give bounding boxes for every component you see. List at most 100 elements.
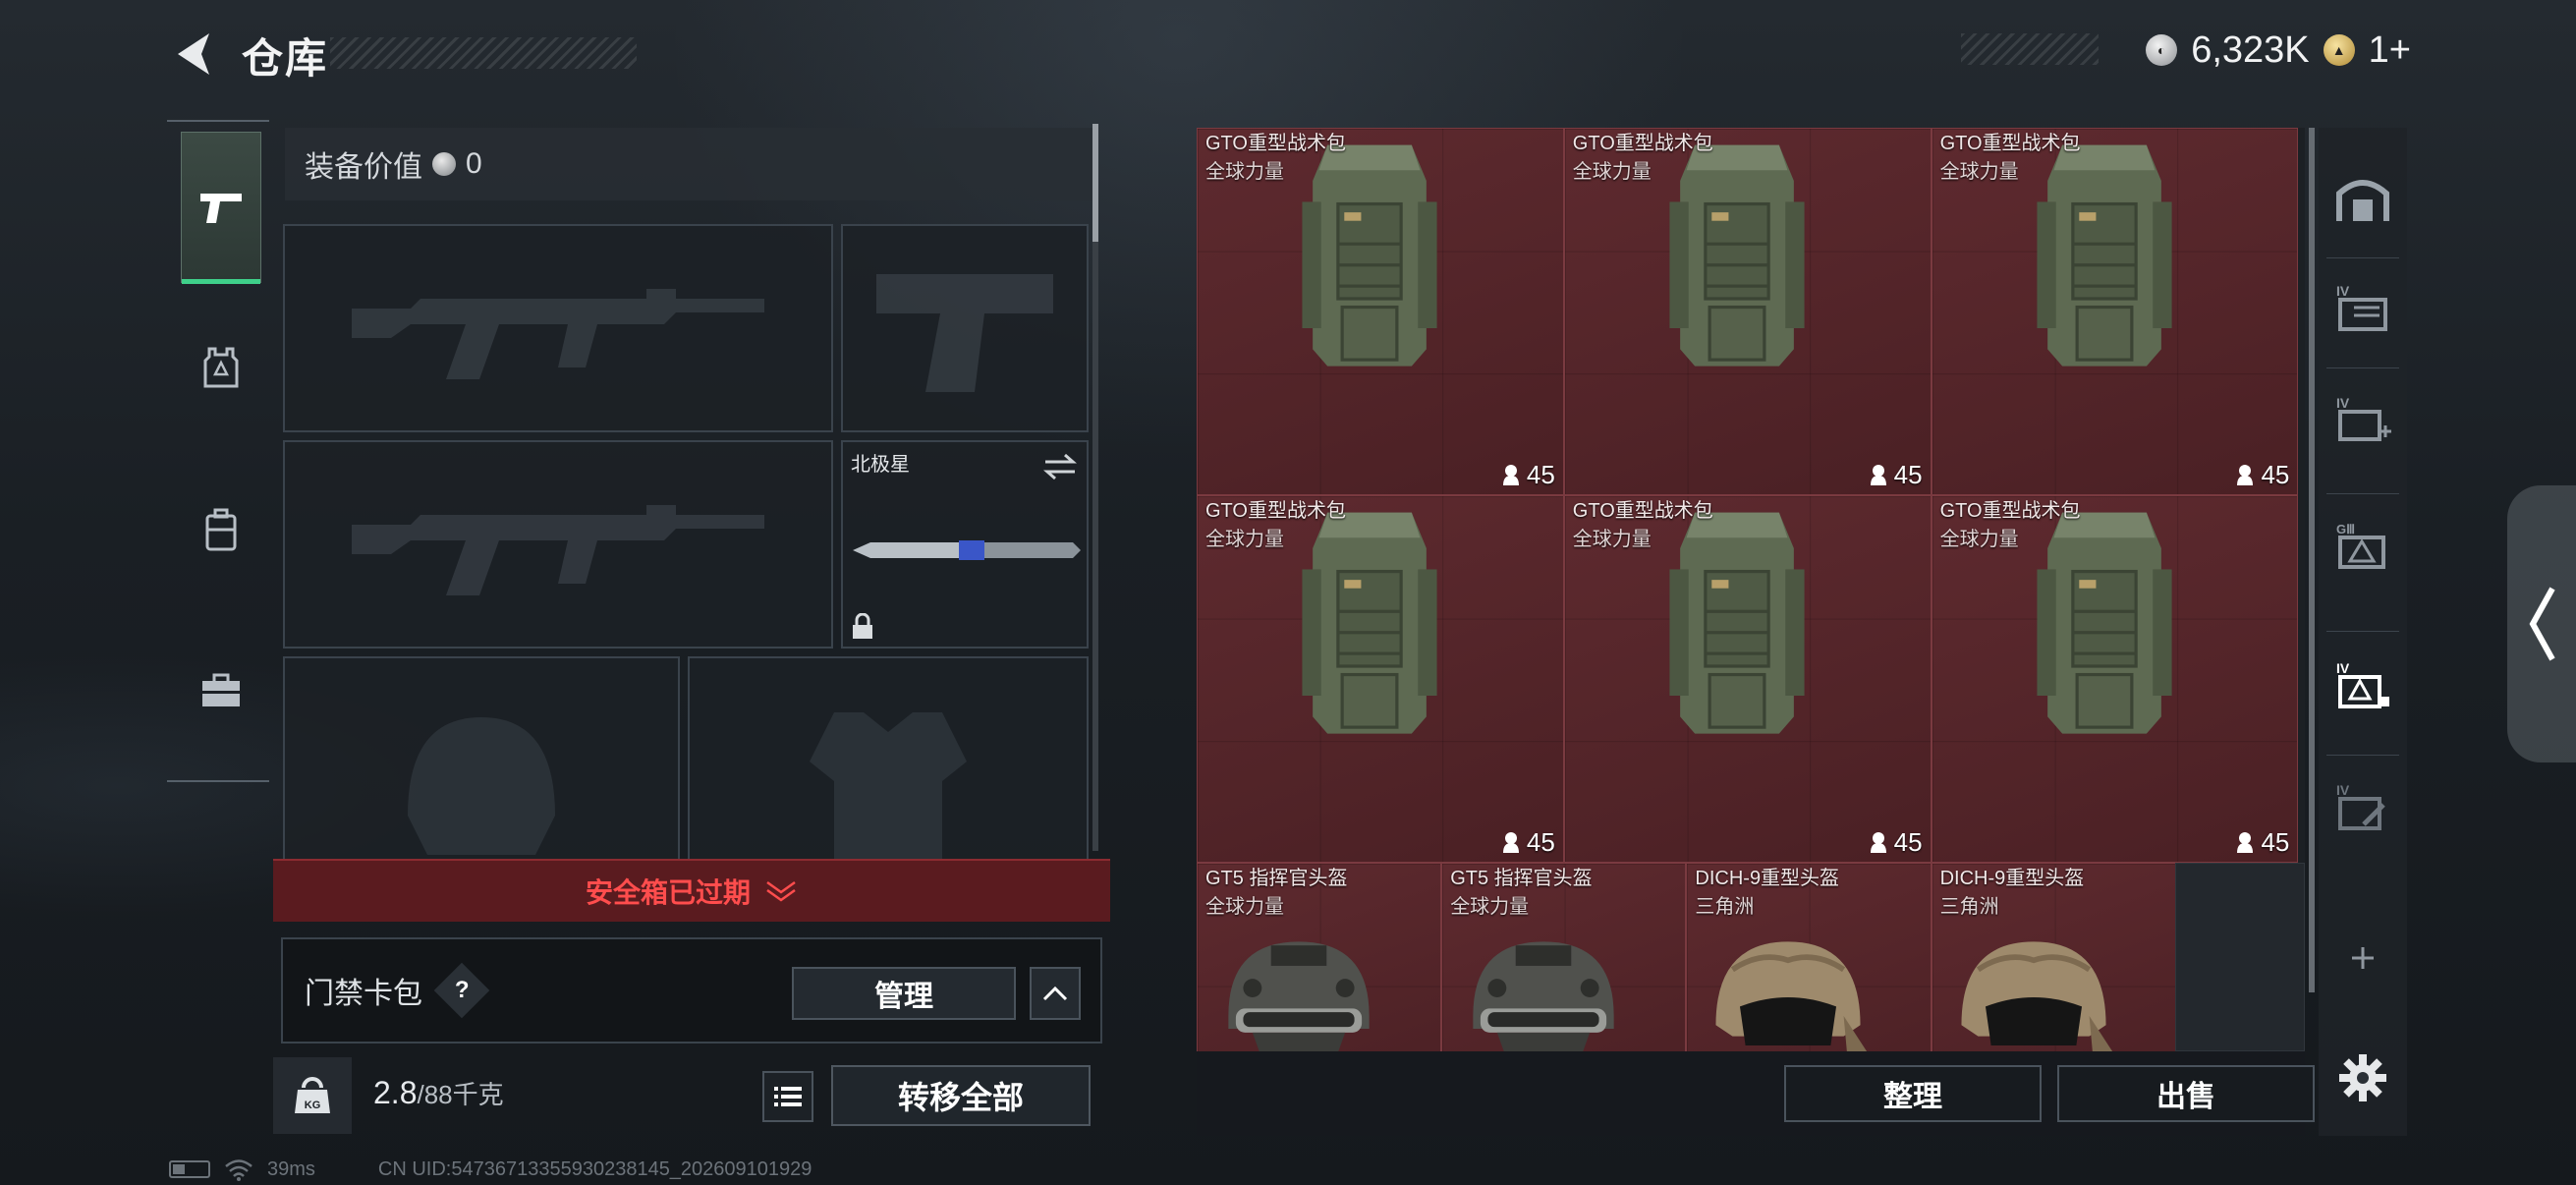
- inventory-item[interactable]: GTO重型战术包 全球力量 45: [1563, 128, 1932, 495]
- inventory-item[interactable]: GTO重型战术包 全球力量 45: [1197, 128, 1564, 495]
- item-name: GTO重型战术包: [1939, 499, 2081, 522]
- helmet-image: [1460, 932, 1627, 1051]
- tab-divider: [2326, 257, 2399, 258]
- svg-text:IV: IV: [2336, 782, 2350, 798]
- item-faction: 全球力量: [1205, 895, 1284, 918]
- wifi-icon: [225, 1159, 252, 1181]
- status-bar: 39ms CN UID:5473671335593023814​5_202609…: [169, 1156, 1053, 1183]
- back-button[interactable]: [165, 24, 220, 85]
- svg-text:IV: IV: [2336, 660, 2350, 676]
- item-name: GTO重型战术包: [1939, 133, 2081, 154]
- nav-backpack[interactable]: [181, 454, 261, 605]
- toolbox-icon: [202, 673, 240, 706]
- inventory-item[interactable]: DICH-9重型头盔 三角洲: [1931, 862, 2176, 1051]
- side-drawer-handle[interactable]: [2507, 485, 2576, 762]
- sort-button[interactable]: 整理: [1784, 1065, 2042, 1122]
- nav-toolbox[interactable]: [181, 615, 261, 766]
- item-faction: 全球力量: [1939, 161, 2019, 183]
- inventory-item[interactable]: GTO重型战术包 全球力量 45: [1931, 494, 2299, 863]
- item-faction: 三角洲: [1695, 895, 1755, 918]
- item-count-value: 45: [2261, 459, 2290, 489]
- nav-weapons[interactable]: [181, 132, 261, 284]
- backpack-image: [2031, 506, 2178, 743]
- slot-secondary-weapon[interactable]: [283, 440, 833, 649]
- backpack-image: [2031, 139, 2178, 375]
- inventory-item[interactable]: GTO重型战术包 全球力量 45: [1931, 128, 2299, 495]
- safe-house-icon: [2336, 180, 2389, 221]
- equipment-value: 0: [466, 147, 482, 180]
- tab-storage-3[interactable]: GⅢ: [2326, 509, 2399, 582]
- knife-icon: [853, 540, 1081, 560]
- inventory-item[interactable]: GTO重型战术包 全球力量 45: [1197, 494, 1564, 863]
- tab-storage-4[interactable]: IV: [2326, 649, 2399, 721]
- inventory-item[interactable]: GT5 指挥官头盔 全球力量: [1441, 862, 1687, 1051]
- inventory-item[interactable]: DICH-9重型头盔 三角洲: [1686, 862, 1932, 1051]
- slot-helmet[interactable]: [283, 656, 680, 865]
- storage-locked-icon: IV: [2336, 660, 2389, 708]
- safebox-status: 安全箱已过期: [585, 877, 751, 908]
- manage-button[interactable]: 管理: [792, 967, 1016, 1020]
- empty-inventory-cell[interactable]: [2175, 862, 2305, 1051]
- item-count: 45: [2235, 460, 2289, 490]
- access-card-pack-row: 门禁卡包 ? 管理: [281, 937, 1102, 1044]
- gear-icon: [2339, 1054, 2386, 1101]
- svg-text:KG: KG: [305, 1100, 321, 1111]
- add-storage-button[interactable]: [2326, 922, 2399, 994]
- item-count: 45: [1501, 827, 1555, 858]
- item-name: GTO重型战术包: [1572, 133, 1713, 154]
- tab-storage-1[interactable]: IV: [2326, 271, 2399, 344]
- left-category-nav: [167, 120, 269, 782]
- item-count: 45: [2235, 827, 2289, 858]
- user-id: CN UID:5473671335593023814​5_20260910192…: [377, 1157, 812, 1180]
- item-faction: 三角洲: [1939, 895, 1999, 918]
- slot-melee[interactable]: 北极星: [841, 440, 1089, 649]
- kettlebell-icon: KG: [295, 1077, 330, 1113]
- nav-armor[interactable]: [181, 293, 261, 444]
- scrollbar-thumb[interactable]: [1092, 124, 1098, 242]
- help-button[interactable]: ?: [433, 962, 490, 1019]
- storage-g-icon: GⅢ: [2336, 522, 2385, 569]
- tab-storage-2[interactable]: IV: [2326, 383, 2399, 456]
- weight-text: 2.8/88千克: [373, 1075, 504, 1111]
- inventory-item[interactable]: GT5 指挥官头盔 全球力量: [1197, 862, 1442, 1051]
- chevron-up-icon: [1042, 986, 1068, 1001]
- slot-body-armor[interactable]: [688, 656, 1089, 865]
- storage-tabs: IV IV GⅢ IV IV: [2319, 128, 2407, 1136]
- inventory-grid: GTO重型战术包 全球力量 45 GTO重型战术包 全球力量 45 GTO重型战术包 全球力量…: [1197, 128, 2305, 1051]
- swap-icon[interactable]: [1043, 452, 1077, 481]
- safebox-expired-banner[interactable]: 安全箱已过期: [273, 859, 1110, 922]
- item-faction: 全球力量: [1450, 895, 1530, 918]
- list-view-button[interactable]: [762, 1071, 813, 1122]
- tab-divider: [2326, 631, 2399, 632]
- collapse-button[interactable]: [1030, 967, 1081, 1020]
- settings-button[interactable]: [2326, 1042, 2399, 1114]
- weight-icon-box: KG: [273, 1057, 352, 1134]
- inventory-item[interactable]: GTO重型战术包 全球力量 45: [1563, 494, 1932, 863]
- slot-pistol[interactable]: [841, 224, 1089, 432]
- inventory-scrollbar[interactable]: [2309, 128, 2315, 992]
- item-faction: 全球力量: [1205, 161, 1284, 183]
- pistol-silhouette-icon: [876, 274, 1053, 392]
- sell-button[interactable]: 出售: [2057, 1065, 2315, 1122]
- backpack-image: [1296, 139, 1443, 375]
- stack-icon: [1870, 465, 1886, 486]
- storage-edit-icon: IV: [2336, 782, 2385, 830]
- svg-text:IV: IV: [2336, 283, 2350, 299]
- slot-primary-weapon[interactable]: [283, 224, 833, 432]
- backpack-image: [1296, 506, 1443, 743]
- item-name: GTO重型战术包: [1205, 133, 1346, 154]
- item-faction: 全球力量: [1572, 528, 1652, 550]
- item-name: GT5 指挥官头盔: [1450, 867, 1593, 889]
- transfer-all-button[interactable]: 转移全部: [831, 1065, 1091, 1126]
- equipment-scrollbar[interactable]: [1092, 124, 1098, 851]
- silver-coin-icon: ◐: [2146, 34, 2178, 66]
- scrollbar-thumb[interactable]: [2309, 128, 2315, 992]
- title-decoration: [330, 37, 637, 69]
- tab-storage-5[interactable]: IV: [2326, 770, 2399, 843]
- tab-safe-house[interactable]: [2326, 161, 2399, 234]
- helmet-image: [1705, 932, 1872, 1051]
- melee-name: 北极星: [851, 454, 910, 476]
- item-name: GTO重型战术包: [1572, 499, 1713, 522]
- item-count-value: 45: [1526, 826, 1555, 857]
- item-count: 45: [1501, 460, 1555, 490]
